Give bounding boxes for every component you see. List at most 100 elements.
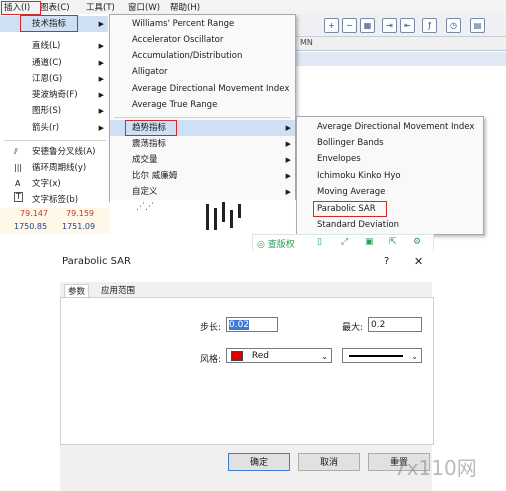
submenu-bill-williams[interactable]: 比尔 威廉姆 ▶ <box>110 168 295 184</box>
chart-header-strip <box>296 52 506 66</box>
settings-icon[interactable]: ⚙ <box>413 237 421 247</box>
expand-icon[interactable]: ⤢ <box>341 237 348 247</box>
cancel-button[interactable]: 取消 <box>298 453 360 471</box>
indicator-accumulation[interactable]: Accumulation/Distribution <box>132 48 242 64</box>
menu-help[interactable]: 帮助(H) <box>170 1 200 13</box>
submenu-arrow-icon: ▶ <box>285 140 291 148</box>
trend-bollinger[interactable]: Bollinger Bands <box>317 135 384 151</box>
menu-item-arrows[interactable]: 箭头(r) ▶ <box>0 120 108 136</box>
ok-button[interactable]: 确定 <box>228 453 290 471</box>
line-style-select[interactable]: ⌄ <box>342 348 422 363</box>
help-button[interactable]: ? <box>384 256 389 267</box>
step-input[interactable]: 0.02 <box>226 317 278 332</box>
menu-item-label: 斐波纳奇(F) <box>32 90 78 100</box>
submenu-volume[interactable]: 成交量 ▶ <box>110 152 295 168</box>
bookmark-icon[interactable]: ▯ <box>317 237 322 247</box>
menu-item-label: 自定义 <box>132 187 158 197</box>
price-label: 1751.09 <box>62 222 96 231</box>
menu-item-label: 图形(S) <box>32 106 62 116</box>
cycle-lines-icon: ||| <box>14 163 23 172</box>
submenu-arrow-icon: ▶ <box>285 124 291 132</box>
trend-admi[interactable]: Average Directional Movement Index <box>317 119 474 135</box>
candle <box>206 204 209 230</box>
timeframe-label[interactable]: MN <box>300 38 313 47</box>
indicators-icon[interactable]: ƒ <box>422 18 437 33</box>
trend-ichimoku[interactable]: Ichimoku Kinko Hyo <box>317 168 401 184</box>
share-icon[interactable]: ⇱ <box>389 237 397 247</box>
indicator-alligator[interactable]: Alligator <box>132 64 168 80</box>
menu-item-label: 震荡指标 <box>132 139 167 149</box>
indicator-atr[interactable]: Average True Range <box>132 97 217 113</box>
autoscroll-icon[interactable]: ⇥ <box>382 18 397 33</box>
highlight-box-indicators <box>20 15 78 32</box>
color-select[interactable]: Red ⌄ <box>226 348 332 363</box>
color-name: Red <box>251 351 269 361</box>
price-area: 79.147 79.159 1750.85 1751.09 <box>0 208 110 234</box>
indicator-admi[interactable]: Average Directional Movement Index <box>132 81 289 97</box>
color-swatch <box>231 350 243 361</box>
submenu-custom[interactable]: 自定义 ▶ <box>110 184 295 200</box>
menu-item-lines[interactable]: 直线(L) ▶ <box>0 38 108 54</box>
periods-icon[interactable]: ◷ <box>446 18 461 33</box>
menu-item-text[interactable]: A 文字(x) <box>0 176 108 192</box>
submenu-arrow-icon: ▶ <box>285 156 291 164</box>
save-icon[interactable]: ▣ <box>365 237 374 247</box>
watermark: 7x110网 <box>394 456 477 480</box>
step-label: 步长: <box>200 323 222 333</box>
trend-submenu: Average Directional Movement Index Bolli… <box>296 116 484 235</box>
candle <box>214 208 217 230</box>
highlight-box-trend <box>125 120 177 136</box>
menu-item-label: 文字标签(b) <box>32 195 79 205</box>
trend-envelopes[interactable]: Envelopes <box>317 151 361 167</box>
copyright-check-button[interactable]: ◎ 查版权 <box>257 237 295 250</box>
toolbar: + − ▦ ⇥ ⇤ ƒ ◷ ▤ <box>296 14 506 37</box>
chart-preview: ⋰⋰ <box>110 200 296 234</box>
menu-item-text-label[interactable]: T 文字标签(b) <box>0 192 108 208</box>
menu-item-label: 比尔 威廉姆 <box>132 171 178 181</box>
submenu-arrow-icon: ▶ <box>98 75 104 83</box>
zoom-out-icon[interactable]: − <box>342 18 357 33</box>
dialog-title: Parabolic SAR <box>62 256 131 267</box>
candle <box>230 210 233 228</box>
menu-item-fibonacci[interactable]: 斐波纳奇(F) ▶ <box>0 87 108 103</box>
submenu-arrow-icon: ▶ <box>98 42 104 50</box>
menu-item-label: 江恩(G) <box>32 74 63 84</box>
templates-icon[interactable]: ▤ <box>470 18 485 33</box>
menu-item-shapes[interactable]: 图形(S) ▶ <box>0 103 108 119</box>
menu-separator <box>4 140 106 141</box>
chevron-down-icon: ⌄ <box>321 352 328 361</box>
menu-item-label: 安德鲁分叉线(A) <box>32 147 96 157</box>
menu-item-andrews-pitchfork[interactable]: ⫽ 安德鲁分叉线(A) <box>0 144 108 160</box>
candle <box>238 204 241 218</box>
submenu-oscillators[interactable]: 震荡指标 ▶ <box>110 136 295 152</box>
submenu-arrow-icon: ▶ <box>285 188 291 196</box>
menu-item-cycle-lines[interactable]: ||| 循环周期线(y) <box>0 160 108 176</box>
menu-window[interactable]: 窗口(W) <box>128 1 160 13</box>
menu-item-gann[interactable]: 江恩(G) ▶ <box>0 71 108 87</box>
menu-item-label: 直线(L) <box>32 41 61 51</box>
close-button[interactable]: ✕ <box>414 255 423 268</box>
menubar: 插入(I) 图表(C) 工具(T) 窗口(W) 帮助(H) <box>0 0 506 15</box>
insert-menu: 技术指标 ▶ 直线(L) ▶ 通道(C) ▶ 江恩(G) ▶ 斐波纳奇(F) ▶… <box>0 14 110 234</box>
text-label-icon: T <box>14 192 23 202</box>
highlight-box-insert <box>1 1 41 15</box>
price-label: 79.159 <box>66 209 94 218</box>
submenu-arrow-icon: ▶ <box>98 124 104 132</box>
trend-moving-average[interactable]: Moving Average <box>317 184 385 200</box>
tab-visualization[interactable]: 应用范围 <box>98 284 138 298</box>
menu-tools[interactable]: 工具(T) <box>86 1 115 13</box>
indicator-williams[interactable]: Williams' Percent Range <box>132 16 234 32</box>
menu-item-label: 循环周期线(y) <box>32 163 87 173</box>
line-style-preview <box>349 355 403 357</box>
trend-std-deviation[interactable]: Standard Deviation <box>317 217 399 233</box>
max-label: 最大: <box>342 323 364 333</box>
chart-shift-icon[interactable]: ⇤ <box>400 18 415 33</box>
submenu-arrow-icon: ▶ <box>98 91 104 99</box>
max-input[interactable]: 0.2 <box>368 317 422 332</box>
menu-chart[interactable]: 图表(C) <box>40 1 70 13</box>
zoom-in-icon[interactable]: + <box>324 18 339 33</box>
submenu-arrow-icon: ▶ <box>285 172 291 180</box>
indicator-accelerator[interactable]: Accelerator Oscillator <box>132 32 223 48</box>
menu-item-channels[interactable]: 通道(C) ▶ <box>0 55 108 71</box>
grid-icon[interactable]: ▦ <box>360 18 375 33</box>
